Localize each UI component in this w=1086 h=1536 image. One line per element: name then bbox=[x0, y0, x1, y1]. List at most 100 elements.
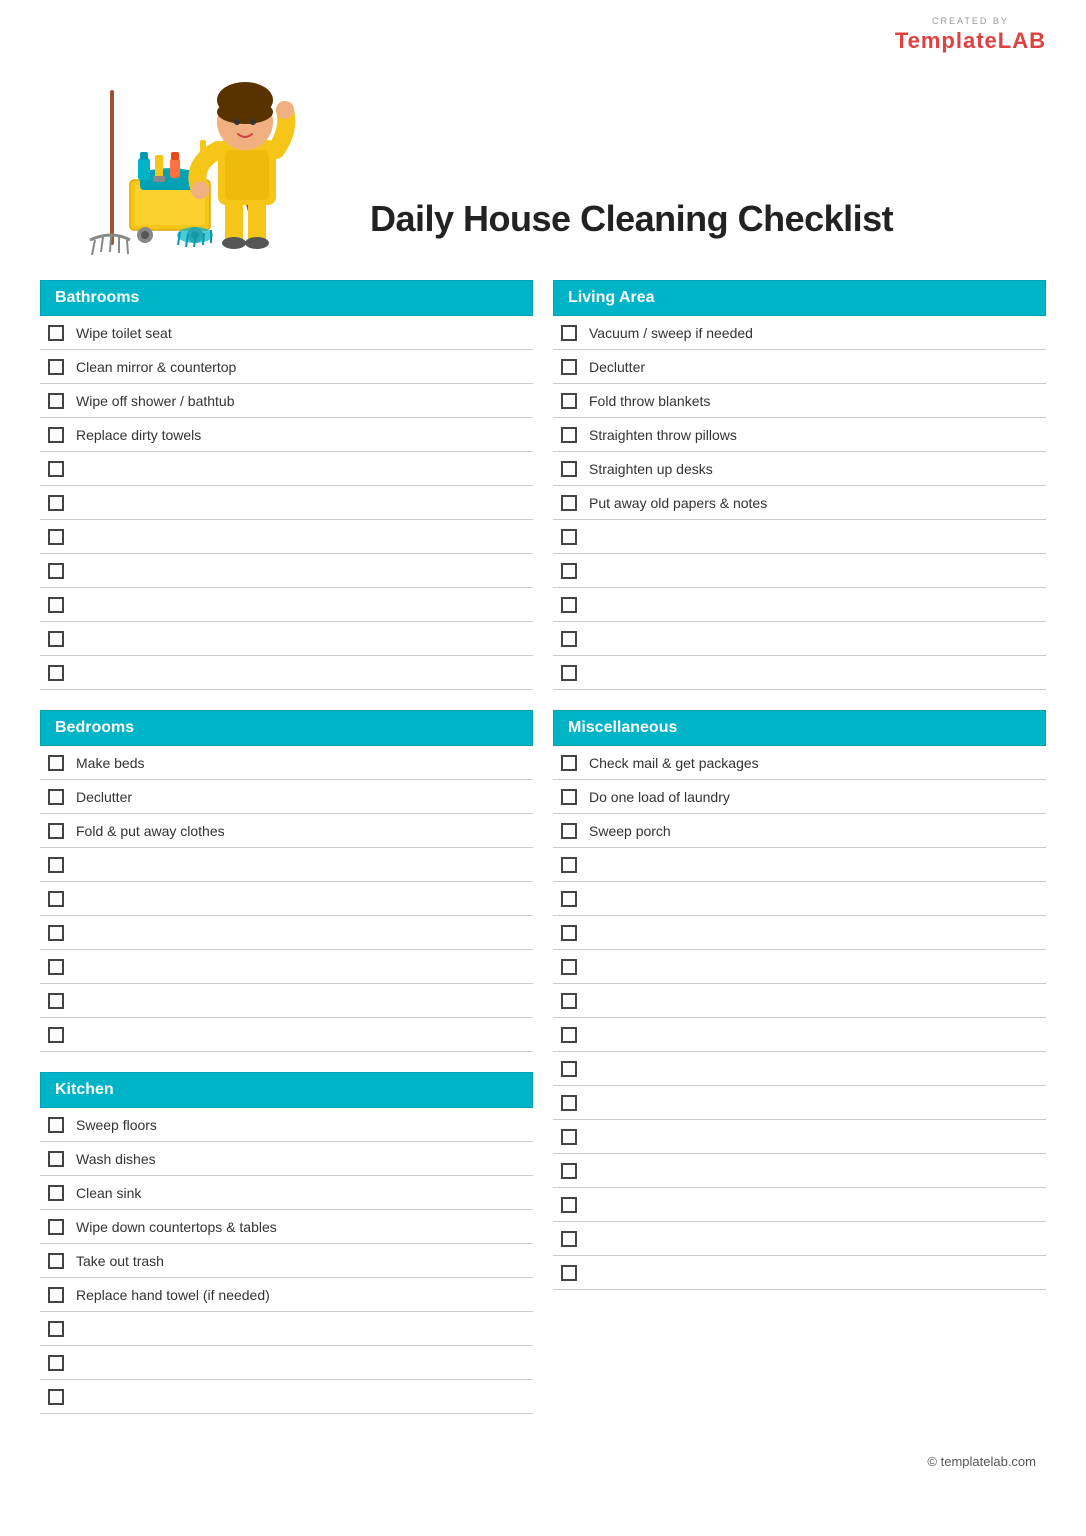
checklist-item: Fold throw blankets bbox=[553, 384, 1046, 418]
checkbox[interactable] bbox=[561, 959, 577, 975]
footer: © templatelab.com bbox=[0, 1434, 1086, 1489]
checkbox[interactable] bbox=[48, 959, 64, 975]
checklist-item bbox=[40, 950, 533, 984]
item-text: Straighten throw pillows bbox=[589, 427, 737, 443]
section-header-bathrooms: Bathrooms bbox=[40, 280, 533, 316]
item-text: Sweep porch bbox=[589, 823, 671, 839]
checklist-item bbox=[40, 984, 533, 1018]
section-living-area: Living Area Vacuum / sweep if needed Declu… bbox=[553, 280, 1046, 690]
checkbox[interactable] bbox=[561, 393, 577, 409]
item-text: Do one load of laundry bbox=[589, 789, 730, 805]
checklist-item: Straighten up desks bbox=[553, 452, 1046, 486]
checklist-item bbox=[40, 1380, 533, 1414]
checkbox[interactable] bbox=[561, 1095, 577, 1111]
checkbox[interactable] bbox=[561, 631, 577, 647]
checkbox[interactable] bbox=[561, 1061, 577, 1077]
checkbox[interactable] bbox=[561, 495, 577, 511]
checkbox[interactable] bbox=[48, 325, 64, 341]
checklist-item bbox=[553, 1052, 1046, 1086]
checklist-item: Wipe off shower / bathtub bbox=[40, 384, 533, 418]
checklist-item bbox=[553, 1222, 1046, 1256]
checkbox[interactable] bbox=[561, 461, 577, 477]
checkbox[interactable] bbox=[48, 1253, 64, 1269]
item-text: Fold & put away clothes bbox=[76, 823, 225, 839]
checklist-item: Clean mirror & countertop bbox=[40, 350, 533, 384]
checkbox[interactable] bbox=[48, 993, 64, 1009]
checkbox[interactable] bbox=[48, 665, 64, 681]
checklist-item: Vacuum / sweep if needed bbox=[553, 316, 1046, 350]
checklist-item bbox=[553, 554, 1046, 588]
checkbox[interactable] bbox=[48, 461, 64, 477]
checkbox[interactable] bbox=[48, 1117, 64, 1133]
checkbox[interactable] bbox=[48, 1355, 64, 1371]
checklist-item: Fold & put away clothes bbox=[40, 814, 533, 848]
checkbox[interactable] bbox=[561, 665, 577, 681]
item-text: Replace dirty towels bbox=[76, 427, 201, 443]
checkbox[interactable] bbox=[48, 393, 64, 409]
checklist-item bbox=[40, 1346, 533, 1380]
title-area: Daily House Cleaning Checklist bbox=[340, 198, 1026, 260]
checkbox[interactable] bbox=[561, 1129, 577, 1145]
checkbox[interactable] bbox=[48, 529, 64, 545]
checkbox[interactable] bbox=[48, 495, 64, 511]
item-text: Check mail & get packages bbox=[589, 755, 759, 771]
checkbox[interactable] bbox=[48, 427, 64, 443]
checkbox[interactable] bbox=[561, 755, 577, 771]
item-text: Put away old papers & notes bbox=[589, 495, 767, 511]
checkbox[interactable] bbox=[561, 857, 577, 873]
checklist-item bbox=[40, 1018, 533, 1052]
checkbox[interactable] bbox=[561, 1265, 577, 1281]
checkbox[interactable] bbox=[48, 1185, 64, 1201]
checkbox[interactable] bbox=[561, 925, 577, 941]
checkbox[interactable] bbox=[48, 631, 64, 647]
item-text: Fold throw blankets bbox=[589, 393, 710, 409]
checkbox[interactable] bbox=[561, 427, 577, 443]
checkbox[interactable] bbox=[48, 1151, 64, 1167]
checkbox[interactable] bbox=[48, 1389, 64, 1405]
checklist-item bbox=[553, 622, 1046, 656]
checkbox[interactable] bbox=[561, 325, 577, 341]
checkbox[interactable] bbox=[48, 755, 64, 771]
checkbox[interactable] bbox=[48, 597, 64, 613]
checkbox[interactable] bbox=[561, 597, 577, 613]
checklist-item bbox=[40, 588, 533, 622]
checklist-item bbox=[553, 1086, 1046, 1120]
checkbox[interactable] bbox=[48, 1219, 64, 1235]
checkbox[interactable] bbox=[561, 563, 577, 579]
checklist-item bbox=[553, 1188, 1046, 1222]
checkbox[interactable] bbox=[561, 1027, 577, 1043]
checklist-item bbox=[553, 1154, 1046, 1188]
checkbox[interactable] bbox=[561, 823, 577, 839]
checkbox[interactable] bbox=[48, 823, 64, 839]
checklist-item: Declutter bbox=[553, 350, 1046, 384]
checklist-item: Put away old papers & notes bbox=[553, 486, 1046, 520]
item-text: Clean sink bbox=[76, 1185, 141, 1201]
checkbox[interactable] bbox=[561, 1231, 577, 1247]
checkbox[interactable] bbox=[48, 1321, 64, 1337]
checkbox[interactable] bbox=[561, 993, 577, 1009]
checkbox[interactable] bbox=[48, 359, 64, 375]
checklist-item bbox=[40, 486, 533, 520]
checkbox[interactable] bbox=[48, 563, 64, 579]
checkbox[interactable] bbox=[561, 789, 577, 805]
checkbox[interactable] bbox=[48, 1027, 64, 1043]
checkbox[interactable] bbox=[48, 891, 64, 907]
checkbox[interactable] bbox=[48, 789, 64, 805]
main-content: BathroomsWipe toilet seatClean mirror & … bbox=[0, 280, 1086, 1434]
checkbox[interactable] bbox=[561, 1163, 577, 1179]
section-header-living-area: Living Area bbox=[553, 280, 1046, 316]
checkbox[interactable] bbox=[561, 891, 577, 907]
checklist-item: Sweep porch bbox=[553, 814, 1046, 848]
checkbox[interactable] bbox=[48, 925, 64, 941]
checkbox[interactable] bbox=[48, 857, 64, 873]
page-header: Daily House Cleaning Checklist bbox=[0, 0, 1086, 280]
item-text: Straighten up desks bbox=[589, 461, 713, 477]
checklist-item bbox=[40, 554, 533, 588]
checklist-item: Make beds bbox=[40, 746, 533, 780]
checkbox[interactable] bbox=[561, 1197, 577, 1213]
item-text: Vacuum / sweep if needed bbox=[589, 325, 753, 341]
checkbox[interactable] bbox=[561, 529, 577, 545]
checkbox[interactable] bbox=[48, 1287, 64, 1303]
checklist-item: Wash dishes bbox=[40, 1142, 533, 1176]
checkbox[interactable] bbox=[561, 359, 577, 375]
